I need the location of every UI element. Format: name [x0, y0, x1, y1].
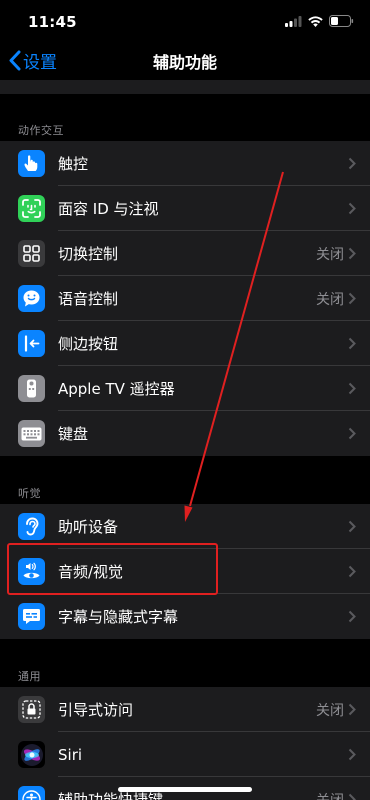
- annotation-arrow-icon: [184, 171, 284, 522]
- home-indicator: [118, 787, 252, 792]
